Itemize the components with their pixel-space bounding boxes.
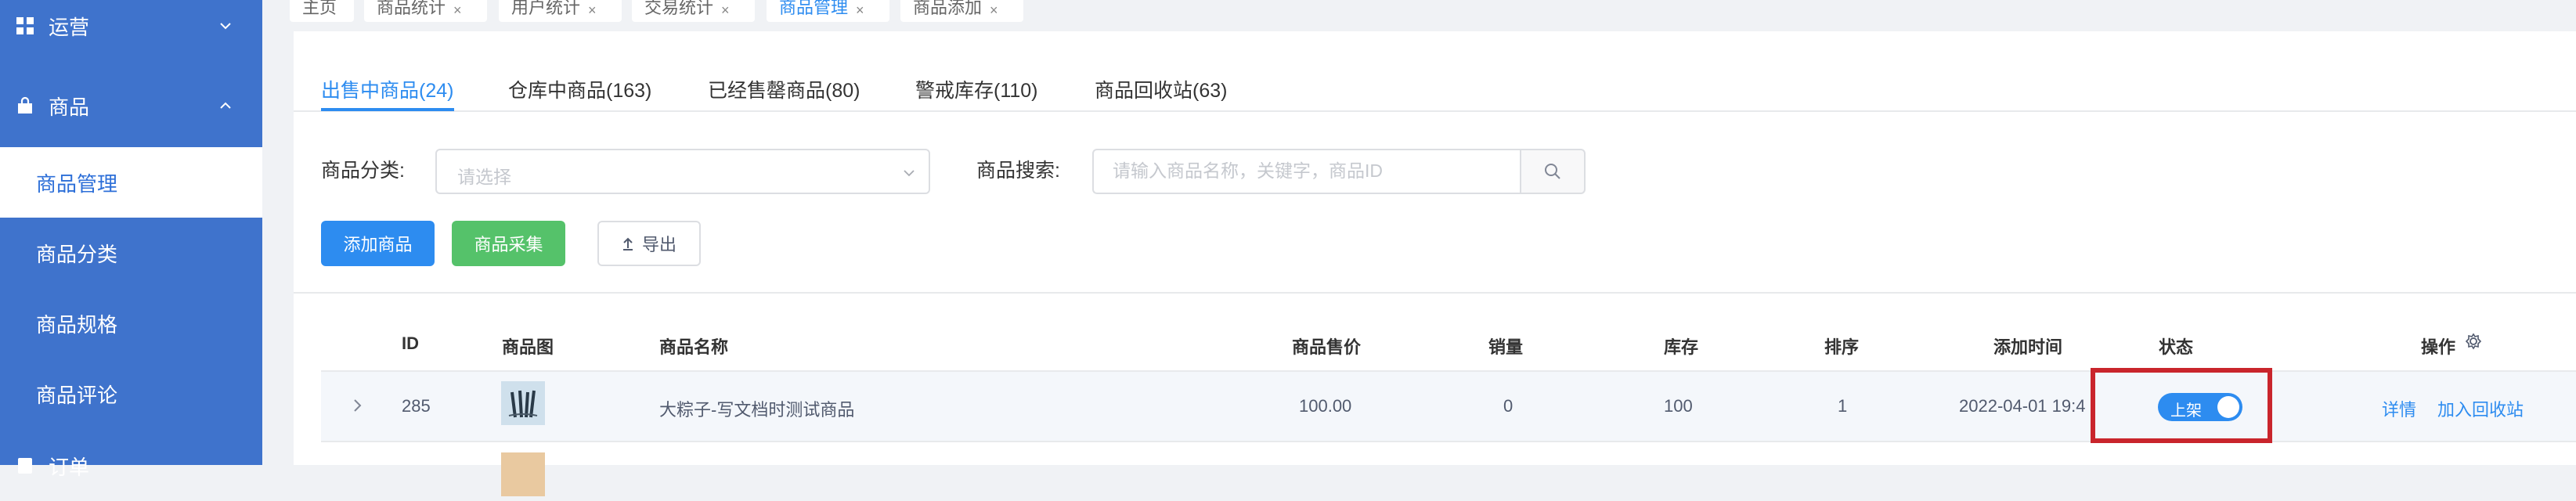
sidebar-item-label: 商品管理 bbox=[36, 171, 118, 196]
collect-product-label: 商品采集 bbox=[474, 235, 543, 254]
sidebar-item-label: 商品评论 bbox=[36, 383, 118, 407]
status-highlight-box bbox=[2091, 368, 2272, 443]
close-icon[interactable]: × bbox=[588, 2, 597, 19]
active-tab-indicator bbox=[321, 108, 454, 111]
sidebar-item-product-spec[interactable]: 商品规格 bbox=[0, 288, 262, 359]
collect-product-button[interactable]: 商品采集 bbox=[452, 221, 565, 266]
sidebar-item-product-review[interactable]: 商品评论 bbox=[0, 359, 262, 429]
page-tabs-bar: 主页 商品统计 × 用户统计 × 交易统计 × 商品管理 × 商品添加 × bbox=[262, 0, 2576, 23]
tab-on-sale[interactable]: 出售中商品(24) bbox=[321, 75, 453, 103]
export-button[interactable]: 导出 bbox=[597, 221, 701, 266]
details-link[interactable]: 详情 bbox=[2382, 396, 2416, 421]
sidebar-group-label: 运营 bbox=[49, 15, 90, 39]
product-list-card: 出售中商品(24) 仓库中商品(163) 已经售罄商品(80) 警戒库存(110… bbox=[294, 31, 2576, 496]
move-to-recycle-link[interactable]: 加入回收站 bbox=[2437, 396, 2524, 421]
sidebar: 运营 商品 商品管理 商品分类 商品规格 商品评论 订单 bbox=[0, 0, 262, 479]
sidebar-item-label: 商品分类 bbox=[36, 242, 118, 266]
page-tab-product-stats[interactable]: 商品统计 × bbox=[364, 0, 487, 22]
page-tab-label: 商品管理 bbox=[779, 0, 849, 17]
sidebar-item-product-management[interactable]: 商品管理 bbox=[0, 147, 262, 218]
chevron-up-icon bbox=[220, 102, 231, 109]
tab-divider bbox=[294, 110, 2576, 112]
tab-recycle-bin[interactable]: 商品回收站(63) bbox=[1095, 75, 1227, 103]
shopping-bag-icon bbox=[18, 96, 32, 114]
tab-sold-out[interactable]: 已经售罄商品(80) bbox=[708, 75, 860, 103]
cell-id: 285 bbox=[402, 396, 431, 416]
cell-added-time: 2022-04-01 19:4 bbox=[1959, 396, 2086, 416]
chevron-down-icon bbox=[904, 170, 915, 177]
cell-sales: 0 bbox=[1503, 396, 1513, 416]
section-divider bbox=[294, 292, 2576, 294]
product-thumbnail[interactable] bbox=[501, 452, 545, 496]
search-input-wrapper bbox=[1092, 149, 1521, 194]
column-header-actions: 操作 bbox=[2421, 337, 2456, 357]
page-tab-label: 商品添加 bbox=[913, 0, 983, 17]
column-header-image: 商品图 bbox=[502, 337, 554, 357]
cell-stock: 100 bbox=[1664, 396, 1693, 416]
page-tab-label: 交易统计 bbox=[644, 0, 714, 17]
page-tab-product-add[interactable]: 商品添加 × bbox=[900, 0, 1023, 22]
sidebar-item-product-category[interactable]: 商品分类 bbox=[0, 218, 262, 288]
sidebar-item-label: 商品规格 bbox=[36, 312, 118, 337]
page-tab-home[interactable]: 主页 bbox=[290, 0, 354, 22]
add-product-label: 添加商品 bbox=[343, 235, 413, 254]
cell-name: 大粽子-写文档时测试商品 bbox=[659, 400, 855, 420]
sidebar-group-label: 订单 bbox=[49, 455, 90, 479]
cell-price: 100.00 bbox=[1299, 396, 1352, 416]
page-tab-label: 主页 bbox=[302, 0, 337, 17]
tab-in-warehouse[interactable]: 仓库中商品(163) bbox=[508, 75, 651, 103]
page-tab-product-management[interactable]: 商品管理 × bbox=[767, 0, 889, 22]
column-header-name: 商品名称 bbox=[659, 337, 729, 357]
search-input[interactable] bbox=[1113, 160, 1504, 182]
column-header-status: 状态 bbox=[2159, 337, 2194, 357]
sidebar-group-label: 商品 bbox=[49, 95, 90, 119]
category-select-placeholder: 请选择 bbox=[457, 167, 511, 187]
category-select[interactable]: 请选择 bbox=[435, 149, 930, 194]
page-tab-user-stats[interactable]: 用户统计 × bbox=[499, 0, 622, 22]
search-button[interactable] bbox=[1520, 149, 1586, 194]
close-icon[interactable]: × bbox=[856, 2, 864, 19]
product-thumbnail[interactable] bbox=[501, 381, 545, 425]
page-tab-trade-stats[interactable]: 交易统计 × bbox=[632, 0, 755, 22]
sidebar-group-operations[interactable]: 运营 bbox=[0, 0, 262, 61]
tab-low-stock[interactable]: 警戒库存(110) bbox=[915, 75, 1038, 103]
search-icon bbox=[1545, 164, 1560, 179]
product-image bbox=[501, 381, 545, 425]
upload-icon bbox=[622, 237, 633, 250]
chevron-down-icon bbox=[220, 23, 231, 30]
close-icon[interactable]: × bbox=[990, 2, 998, 19]
order-icon bbox=[18, 458, 32, 474]
column-header-stock[interactable]: 库存 bbox=[1664, 333, 1698, 359]
grid-icon bbox=[16, 17, 34, 34]
column-header-sort[interactable]: 排序 bbox=[1824, 333, 1859, 359]
close-icon[interactable]: × bbox=[453, 2, 462, 19]
chevron-right-icon[interactable] bbox=[352, 398, 363, 413]
column-header-id[interactable]: ID bbox=[402, 333, 419, 354]
page-tab-label: 用户统计 bbox=[511, 0, 581, 17]
cell-sort: 1 bbox=[1838, 396, 1848, 416]
category-filter-label: 商品分类: bbox=[321, 160, 405, 182]
page-tab-label: 商品统计 bbox=[377, 0, 446, 17]
sidebar-group-orders[interactable]: 订单 bbox=[0, 431, 262, 501]
column-header-added-time: 添加时间 bbox=[1993, 337, 2063, 357]
sidebar-group-products[interactable]: 商品 bbox=[0, 70, 262, 141]
column-header-sales[interactable]: 销量 bbox=[1488, 333, 1523, 359]
close-icon[interactable]: × bbox=[721, 2, 730, 19]
add-product-button[interactable]: 添加商品 bbox=[321, 221, 435, 266]
column-header-price[interactable]: 商品售价 bbox=[1292, 333, 1361, 359]
gear-icon[interactable] bbox=[2465, 333, 2482, 350]
export-label: 导出 bbox=[641, 235, 676, 254]
search-filter-label: 商品搜索: bbox=[976, 160, 1060, 182]
